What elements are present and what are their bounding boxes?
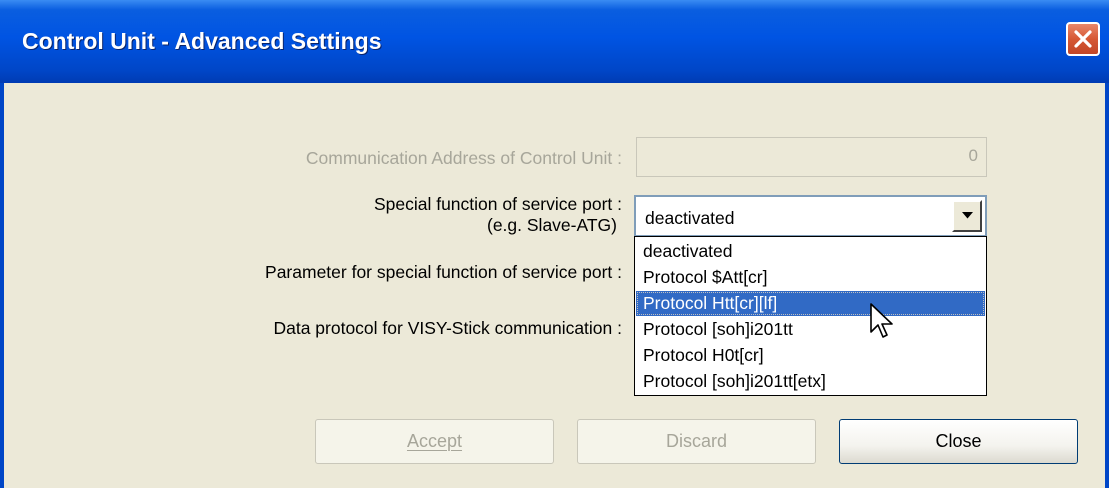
special-function-sublabel: (e.g. Slave-ATG) [487, 215, 617, 235]
dialog-window: Control Unit - Advanced Settings Communi… [0, 0, 1109, 488]
mouse-pointer-icon [870, 303, 893, 338]
close-button[interactable]: Close [839, 419, 1078, 464]
parameter-label: Parameter for special function of servic… [265, 262, 622, 282]
window-title: Control Unit - Advanced Settings [22, 28, 382, 54]
dropdown-option[interactable]: Protocol $Att[cr] [636, 265, 985, 290]
close-icon [1074, 30, 1092, 48]
comm-address-label: Communication Address of Control Unit : [305, 148, 622, 168]
dropdown-option[interactable]: Protocol [soh]i201tt [636, 317, 985, 342]
dropdown-option[interactable]: Protocol [soh]i201tt[etx] [636, 369, 985, 394]
dropdown-list[interactable]: deactivated Protocol $Att[cr] Protocol H… [634, 236, 987, 396]
dropdown-option[interactable]: deactivated [636, 239, 985, 264]
data-protocol-label: Data protocol for VISY-Stick communicati… [273, 318, 622, 338]
comm-address-value: 0 [968, 146, 978, 165]
discard-button[interactable]: Discard [577, 419, 816, 464]
accept-label: Accept [406, 431, 463, 451]
dropdown-option-highlighted[interactable]: Protocol Htt[cr][lf] [636, 291, 985, 316]
special-function-value: deactivated [645, 208, 735, 228]
special-function-select[interactable]: deactivated [634, 195, 987, 237]
window-frame-right [1105, 83, 1109, 488]
comm-address-field: 0 [636, 137, 987, 177]
window-frame-left [0, 83, 4, 488]
title-bar[interactable]: Control Unit - Advanced Settings [0, 0, 1109, 83]
dropdown-button[interactable] [952, 200, 982, 232]
special-function-label: Special function of service port : [373, 194, 622, 214]
dropdown-option[interactable]: Protocol H0t[cr] [636, 343, 985, 368]
close-label: Close [935, 431, 982, 451]
window-close-button[interactable] [1066, 22, 1100, 56]
discard-label: Discard [665, 431, 727, 451]
accept-button[interactable]: Accept [315, 419, 554, 464]
chevron-down-icon [962, 212, 973, 219]
